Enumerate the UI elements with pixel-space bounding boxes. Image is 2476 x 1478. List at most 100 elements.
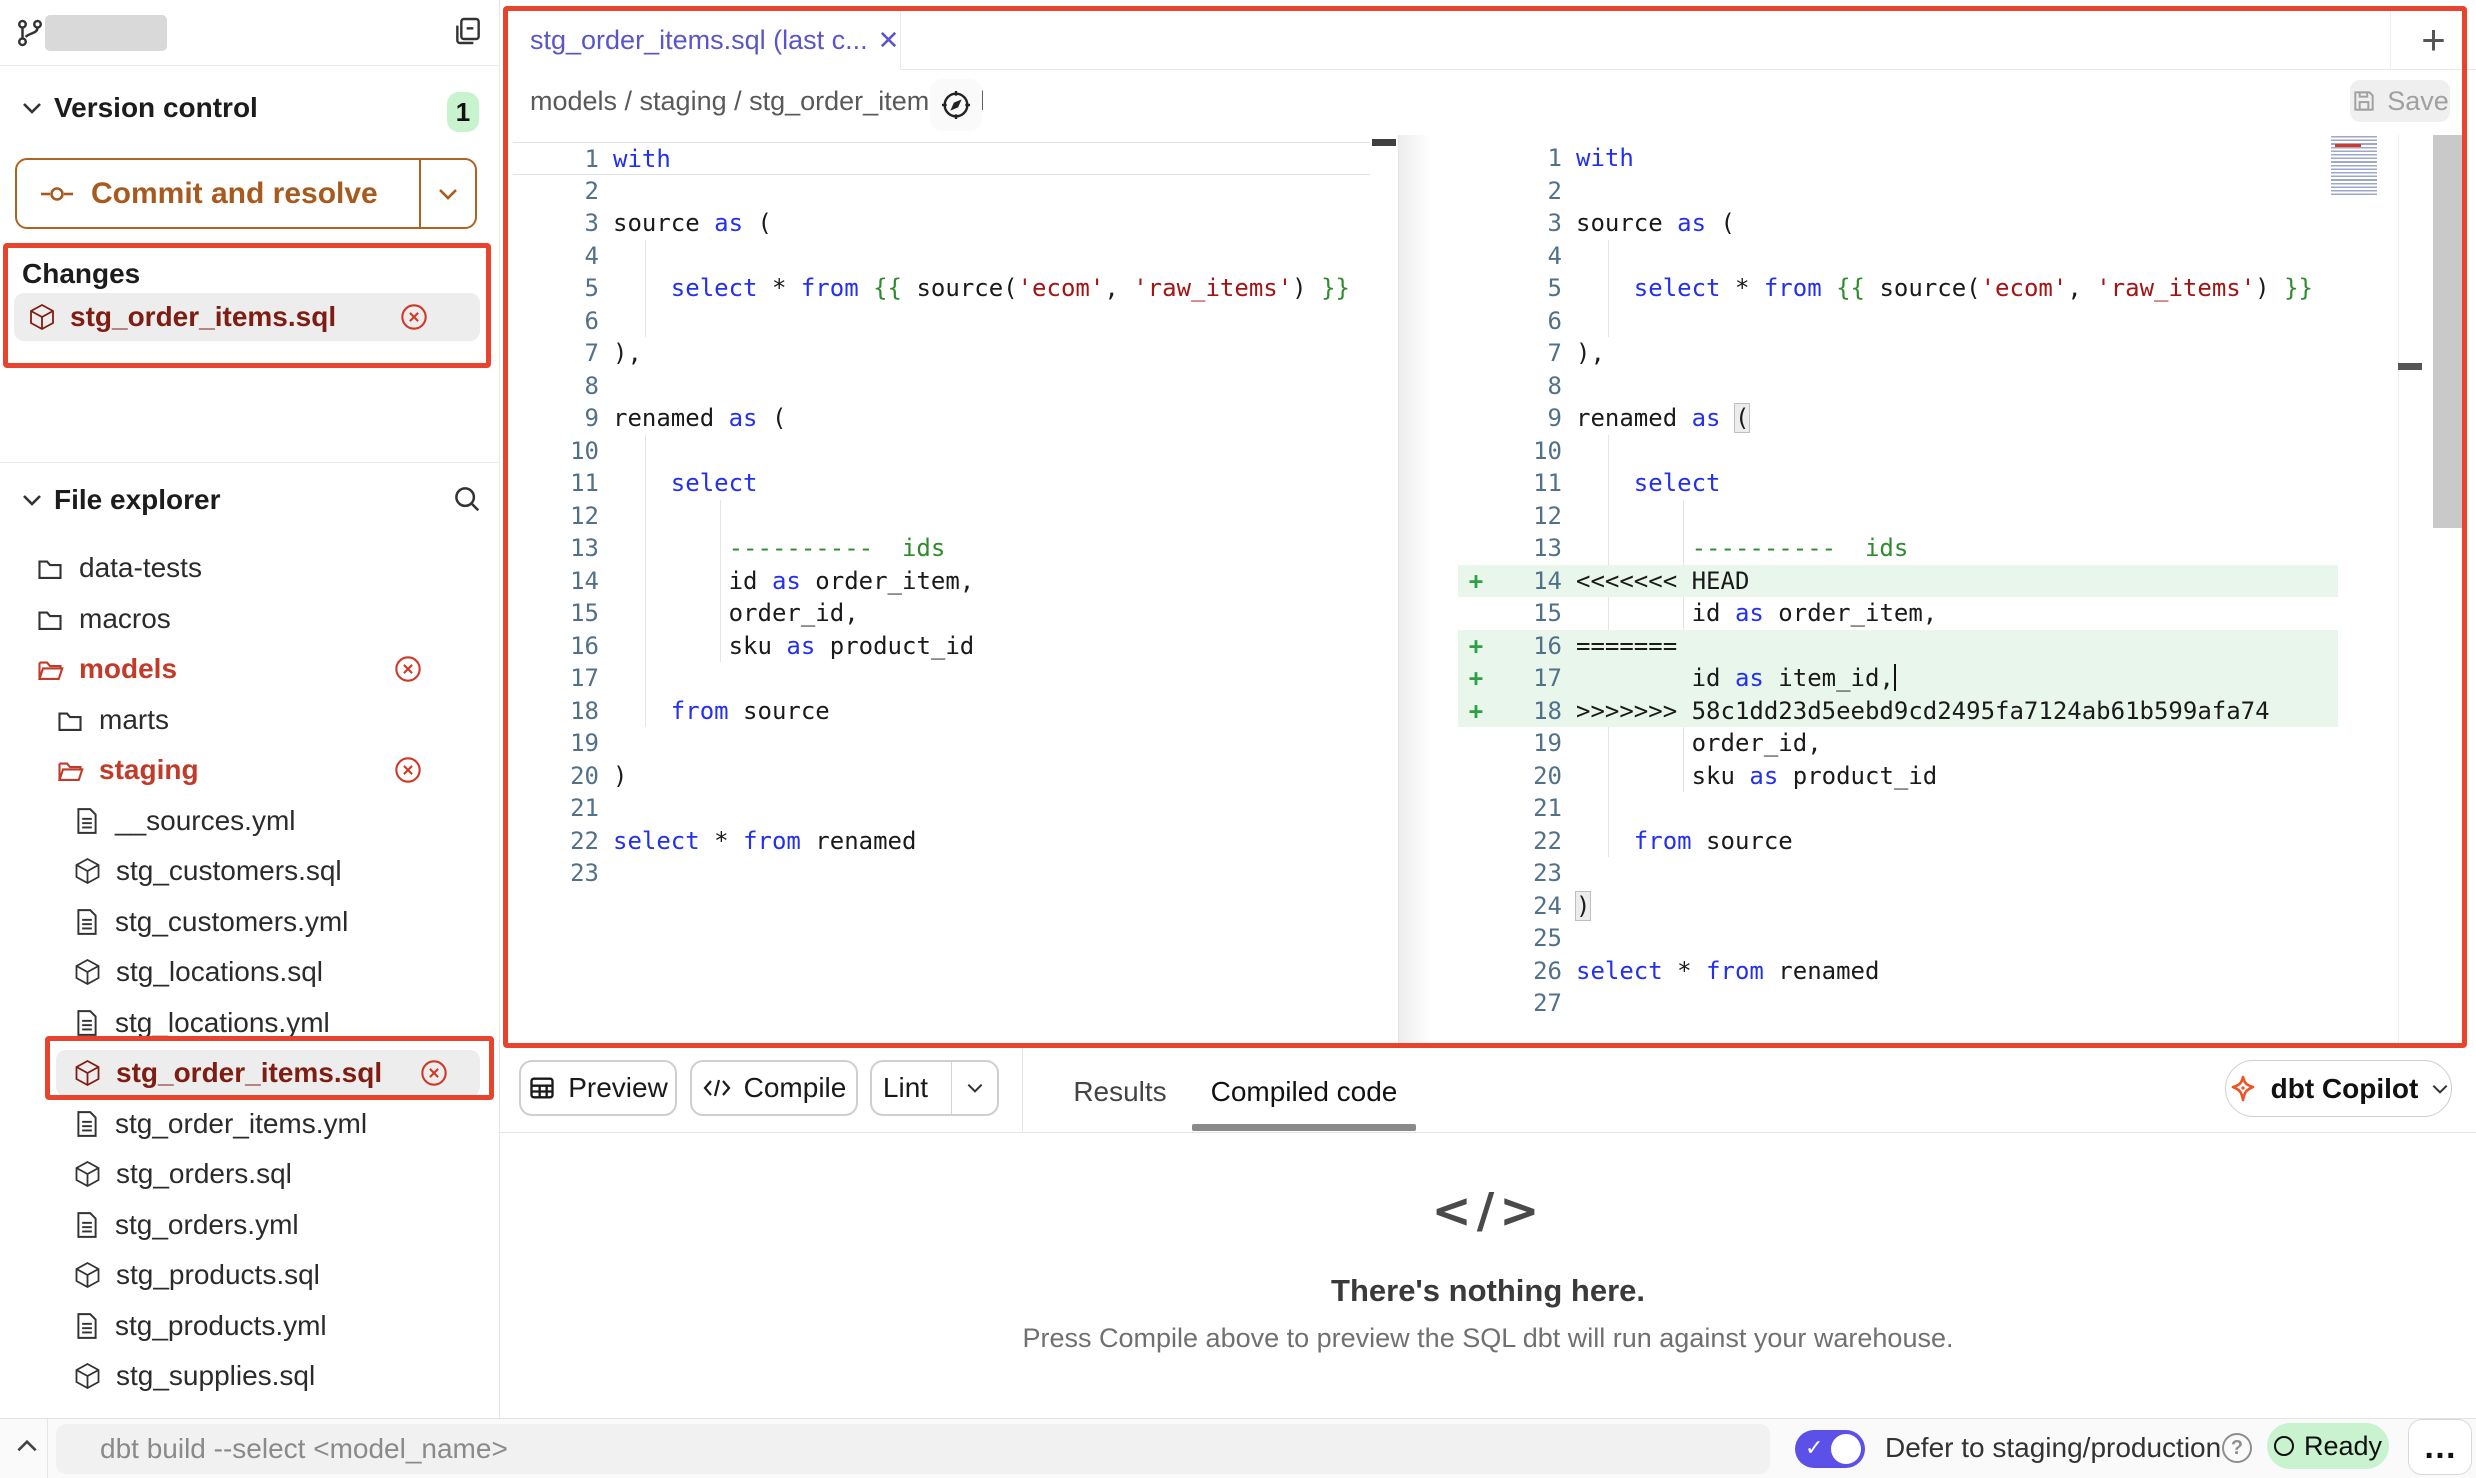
line-number: 20	[1494, 760, 1562, 793]
model-icon	[74, 958, 101, 986]
file-item-__sources.yml[interactable]: __sources.yml	[0, 796, 500, 847]
status-badge: Ready	[2267, 1423, 2389, 1469]
diff-gutter	[1458, 987, 1494, 1020]
discard-change-icon[interactable]	[400, 303, 428, 331]
code-line-24: 24)	[1458, 890, 2338, 923]
file-explorer-label: File explorer	[54, 484, 221, 516]
check-icon: ✓	[1805, 1435, 1823, 1461]
line-number: 17	[513, 662, 599, 695]
diff-gutter	[1458, 240, 1494, 273]
copy-files-icon[interactable]	[452, 14, 484, 48]
file-item-stg_customers.yml[interactable]: stg_customers.yml	[0, 897, 500, 948]
diff-gutter	[1458, 922, 1494, 955]
file-item-stg_order_items.yml[interactable]: stg_order_items.yml	[0, 1099, 500, 1150]
code-line-27: 27	[1458, 987, 2338, 1020]
merge-editor[interactable]: 1with23source as (45 select * from {{ so…	[500, 135, 2476, 1048]
lint-button[interactable]: Lint	[870, 1060, 999, 1116]
file-item-data-tests[interactable]: data-tests	[0, 543, 500, 594]
file-item-models[interactable]: models	[0, 644, 500, 695]
file-name: stg_order_items.sql	[116, 1057, 382, 1089]
line-number: 15	[513, 597, 599, 630]
version-control-section-header[interactable]: Version control 1	[0, 92, 500, 132]
chevron-down-icon	[2430, 1082, 2450, 1096]
file-item-marts[interactable]: marts	[0, 695, 500, 746]
line-number: 9	[1494, 402, 1562, 435]
file-name: stg_customers.sql	[116, 855, 342, 887]
compile-button[interactable]: Compile	[690, 1060, 858, 1116]
line-number: 10	[513, 435, 599, 468]
file-name: stg_order_items.yml	[115, 1108, 367, 1140]
code-line-6: 6	[1458, 305, 2338, 338]
code-line-26: 26select * from renamed	[1458, 955, 2338, 988]
file-name: data-tests	[79, 552, 202, 584]
file-item-stg_orders.yml[interactable]: stg_orders.yml	[0, 1200, 500, 1251]
lint-dropdown-button[interactable]	[951, 1062, 997, 1114]
file-item-stg_orders.sql[interactable]: stg_orders.sql	[0, 1149, 500, 1200]
editor-scrollbar[interactable]	[2433, 135, 2467, 528]
text-cursor	[1894, 664, 1897, 691]
diff-gutter	[1458, 467, 1494, 500]
line-number: 14	[513, 565, 599, 598]
sidebar-header	[0, 0, 500, 66]
tab-stg-order-items[interactable]: stg_order_items.sql (last c... ✕	[508, 10, 901, 70]
code-line-5: 5 select * from {{ source('ecom', 'raw_i…	[513, 272, 1370, 305]
help-icon[interactable]: ?	[2222, 1433, 2252, 1463]
code-line-10: 10	[1458, 435, 2338, 468]
line-number: 8	[1494, 370, 1562, 403]
file-item-stg_products.yml[interactable]: stg_products.yml	[0, 1301, 500, 1352]
search-icon[interactable]	[452, 484, 482, 514]
diff-gutter	[1458, 207, 1494, 240]
discard-change-icon[interactable]	[394, 756, 422, 784]
new-tab-button[interactable]: +	[2390, 10, 2476, 69]
commit-dropdown-button[interactable]	[419, 160, 475, 227]
file-explorer-section-header[interactable]: File explorer	[0, 484, 500, 518]
doc-icon	[74, 1312, 100, 1340]
file-item-stg_supplies.sql[interactable]: stg_supplies.sql	[0, 1351, 500, 1402]
tab-compiled-code[interactable]: Compiled code	[1192, 1076, 1416, 1108]
tab-results[interactable]: Results	[1060, 1076, 1180, 1108]
discard-change-icon[interactable]	[420, 1059, 448, 1087]
line-number: 5	[513, 272, 599, 305]
editor-pane-current[interactable]: 1with23source as (45 select * from {{ so…	[1458, 142, 2338, 1020]
file-item-macros[interactable]: macros	[0, 594, 500, 645]
sidebar-divider	[0, 462, 500, 463]
preview-button[interactable]: Preview	[519, 1060, 677, 1116]
doc-icon	[74, 908, 100, 936]
line-number: 7	[513, 337, 599, 370]
tab-close-icon[interactable]: ✕	[878, 25, 900, 56]
file-item-stg_order_items.sql[interactable]: stg_order_items.sql	[56, 1050, 480, 1097]
minimap[interactable]	[2331, 136, 2377, 196]
code-line-3: 3source as (	[1458, 207, 2338, 240]
git-branch-icon[interactable]	[15, 17, 45, 49]
file-item-stg_locations.sql[interactable]: stg_locations.sql	[0, 947, 500, 998]
line-number: 19	[513, 727, 599, 760]
file-item-staging[interactable]: staging	[0, 745, 500, 796]
file-item-stg_products.sql[interactable]: stg_products.sql	[0, 1250, 500, 1301]
more-options-button[interactable]: …	[2408, 1419, 2472, 1475]
lint-label: Lint	[872, 1072, 939, 1104]
toggle-knob	[1831, 1434, 1861, 1464]
tab-title: stg_order_items.sql (last c...	[530, 25, 868, 56]
line-number: 18	[1494, 695, 1562, 728]
discard-change-icon[interactable]	[394, 655, 422, 683]
line-number: 25	[1494, 922, 1562, 955]
file-item-stg_locations.yml[interactable]: stg_locations.yml	[0, 998, 500, 1049]
chevron-up-icon[interactable]	[14, 1437, 40, 1455]
changed-file-item[interactable]: stg_order_items.sql	[14, 293, 480, 341]
command-input[interactable]	[56, 1424, 1770, 1474]
editor-pane-last-commit[interactable]: 1with23source as (45 select * from {{ so…	[513, 142, 1370, 890]
file-item-stg_customers.sql[interactable]: stg_customers.sql	[0, 846, 500, 897]
code-line-16: +16=======	[1458, 630, 2338, 663]
defer-toggle[interactable]: ✓	[1795, 1430, 1865, 1468]
dbt-copilot-button[interactable]: dbt Copilot	[2225, 1060, 2452, 1117]
line-number: 24	[1494, 890, 1562, 923]
diff-add-marker: +	[1458, 565, 1494, 598]
folder-icon	[36, 605, 64, 633]
diff-gutter	[1458, 890, 1494, 923]
commit-and-resolve-button[interactable]: Commit and resolve	[15, 158, 477, 229]
lineage-button[interactable]	[930, 79, 982, 131]
save-button[interactable]: Save	[2350, 80, 2450, 122]
diff-gutter	[1458, 792, 1494, 825]
code-line-9: 9renamed as (	[1458, 402, 2338, 435]
code-line-9: 9renamed as (	[513, 402, 1370, 435]
